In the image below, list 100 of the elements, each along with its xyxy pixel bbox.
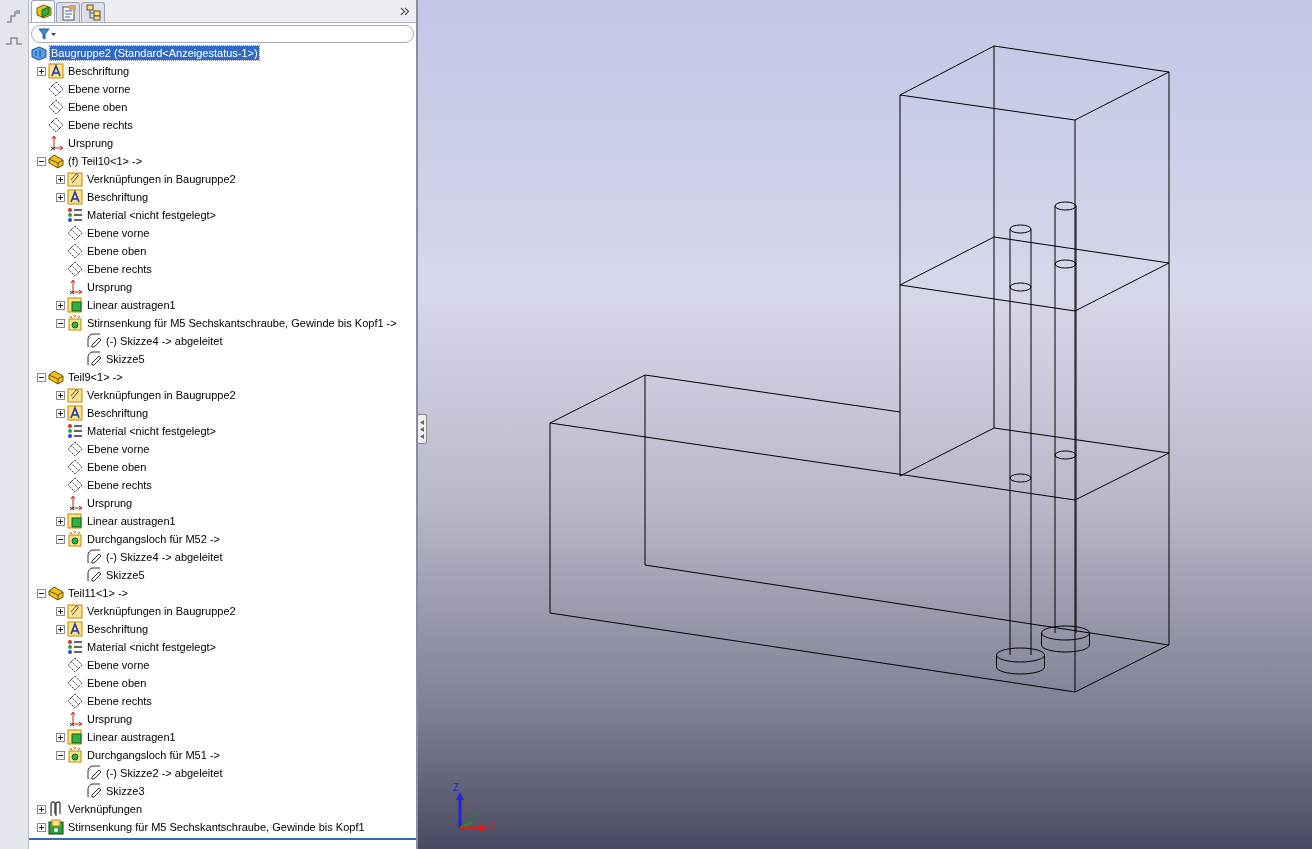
letter-a-folder-icon [67, 189, 83, 205]
tree-item[interactable]: Verknüpfungen in Baugruppe2 [86, 388, 237, 402]
tree-item[interactable]: Verknüpfungen in Baugruppe2 [86, 604, 237, 618]
tree-item[interactable]: Ebene vorne [86, 658, 151, 672]
tree-item[interactable]: Ebene oben [86, 460, 148, 474]
expand-toggle[interactable] [56, 300, 65, 310]
origin-axes-icon [67, 279, 83, 295]
tree-item[interactable]: Ursprung [67, 136, 115, 150]
tree-item[interactable]: Ursprung [86, 280, 134, 294]
paperclip-folder-icon [67, 171, 83, 187]
tree-item[interactable]: Skizze5 [105, 352, 146, 366]
tree-item[interactable]: Material <nicht festgelegt> [86, 640, 218, 654]
plane-icon [48, 81, 64, 97]
tree-item[interactable]: Verknüpfungen [67, 802, 143, 816]
filter-icon [38, 28, 58, 40]
collapse-toggle[interactable] [37, 588, 46, 598]
material-icon [67, 207, 83, 223]
axis-label: Z [453, 782, 460, 793]
hole-feature-icon [67, 315, 83, 331]
tree-item[interactable]: Ebene rechts [86, 262, 153, 276]
letter-a-folder-icon [67, 621, 83, 637]
expand-toggle[interactable] [56, 606, 65, 616]
expand-toggle[interactable] [56, 390, 65, 400]
plane-icon [48, 117, 64, 133]
tree-item[interactable]: Baugruppe2 (Standard<Anzeigestatus-1>) [50, 46, 259, 60]
expand-toggle[interactable] [56, 174, 65, 184]
tree-item[interactable]: Skizze3 [105, 784, 146, 798]
collapse-toggle[interactable] [56, 750, 65, 760]
tree-item[interactable]: Beschriftung [67, 64, 131, 78]
origin-axes-icon [48, 135, 64, 151]
tree-item[interactable]: Stirnsenkung für M5 Sechskantschraube, Gewinde bis Kopf1 [67, 820, 366, 834]
hole-feature-icon [67, 747, 83, 763]
collapse-toggle[interactable] [37, 156, 46, 166]
tree-item[interactable]: Ebene rechts [86, 694, 153, 708]
expand-toggle[interactable] [37, 804, 46, 814]
tree-item[interactable]: Ebene oben [86, 676, 148, 690]
expand-toggle[interactable] [37, 66, 46, 76]
tree-item[interactable]: Teil9<1> -> [67, 370, 124, 384]
tree-item[interactable]: (-) Skizze2 -> abgeleitet [105, 766, 224, 780]
plane-icon [67, 477, 83, 493]
tree-item[interactable]: (-) Skizze4 -> abgeleitet [105, 334, 224, 348]
axis-label: X [489, 820, 496, 831]
tree-item[interactable]: Material <nicht festgelegt> [86, 208, 218, 222]
filter-field[interactable] [31, 25, 414, 43]
tree-item[interactable]: Ebene oben [86, 244, 148, 258]
collapse-toggle[interactable] [56, 534, 65, 544]
tree-item[interactable]: Ursprung [86, 712, 134, 726]
plane-icon [67, 243, 83, 259]
expand-toggle[interactable] [56, 516, 65, 526]
tree-item[interactable]: Material <nicht festgelegt> [86, 424, 218, 438]
plane-icon [67, 441, 83, 457]
tree-item[interactable]: Ebene vorne [67, 82, 132, 96]
plane-icon [67, 675, 83, 691]
panel-tab[interactable] [81, 2, 105, 22]
plane-icon [67, 225, 83, 241]
tree-item[interactable]: (f) Teil10<1> -> [67, 154, 144, 168]
sketch-icon [86, 549, 102, 565]
expand-toggle[interactable] [56, 732, 65, 742]
panel-tab[interactable] [31, 0, 55, 22]
expand-toggle[interactable] [56, 408, 65, 418]
sketch-icon [86, 783, 102, 799]
tree-item[interactable]: Stirnsenkung für M5 Sechskantschraube, Gewinde bis Kopf1 -> [86, 316, 398, 330]
tree-item[interactable]: Durchgangsloch für M52 -> [86, 532, 221, 546]
tree-item[interactable]: Ebene oben [67, 100, 129, 114]
collapse-toggle[interactable] [56, 318, 65, 328]
tree-item[interactable]: Ebene rechts [86, 478, 153, 492]
expand-panel-icon[interactable] [400, 7, 410, 16]
tree-item[interactable]: Ebene vorne [86, 442, 151, 456]
sketch-icon [86, 765, 102, 781]
letter-a-folder-icon [48, 63, 64, 79]
origin-axes-icon [67, 711, 83, 727]
tree-item[interactable]: Beschriftung [86, 406, 150, 420]
tree-item[interactable]: Ebene vorne [86, 226, 151, 240]
tree-item[interactable]: Durchgangsloch für M51 -> [86, 748, 221, 762]
origin-axes-icon [67, 495, 83, 511]
tree-item[interactable]: Ebene rechts [67, 118, 134, 132]
tree-item[interactable]: Linear austragen1 [86, 730, 177, 744]
tree-item[interactable]: (-) Skizze4 -> abgeleitet [105, 550, 224, 564]
plane-icon [48, 99, 64, 115]
panel-tab[interactable] [56, 2, 80, 22]
expand-toggle[interactable] [56, 192, 65, 202]
tree-item[interactable]: Skizze5 [105, 568, 146, 582]
paperclips-icon [48, 801, 64, 817]
collapse-toggle[interactable] [37, 372, 46, 382]
tree-item[interactable]: Ursprung [86, 496, 134, 510]
hole-series-icon [48, 819, 64, 835]
tree-item[interactable]: Linear austragen1 [86, 298, 177, 312]
extrude-icon [67, 513, 83, 529]
material-icon [67, 639, 83, 655]
tree-item[interactable]: Verknüpfungen in Baugruppe2 [86, 172, 237, 186]
paperclip-folder-icon [67, 603, 83, 619]
part-icon [48, 585, 64, 601]
expand-toggle[interactable] [37, 822, 46, 832]
material-icon [67, 423, 83, 439]
tree-item[interactable]: Teil11<1> -> [67, 586, 130, 600]
tree-item[interactable]: Linear austragen1 [86, 514, 177, 528]
expand-toggle[interactable] [56, 624, 65, 634]
assembly-icon [31, 45, 47, 61]
tree-item[interactable]: Beschriftung [86, 190, 150, 204]
tree-item[interactable]: Beschriftung [86, 622, 150, 636]
